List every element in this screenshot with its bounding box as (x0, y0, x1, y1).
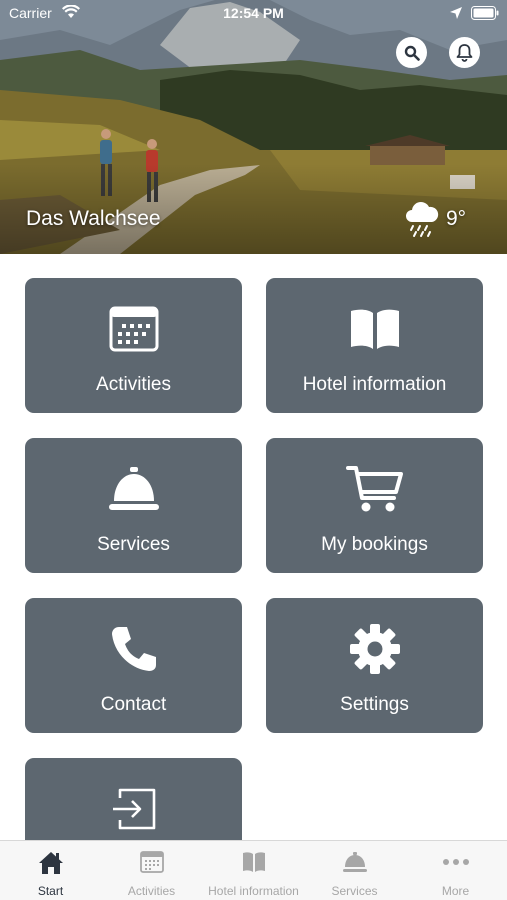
tile-label: Contact (100, 694, 167, 715)
rain-cloud-icon (406, 202, 439, 237)
weather-widget: 9° (404, 200, 466, 238)
more-icon (405, 851, 506, 873)
temperature: 9° (446, 207, 467, 230)
tab-label: More (441, 884, 470, 898)
home-icon (0, 851, 101, 875)
hero-image: Carrier 12:54 PM Das Walchsee 9° (0, 0, 507, 254)
hotel-information-tile[interactable]: Hotel information (266, 278, 483, 413)
tab-label: Activities (127, 884, 176, 898)
tab-more[interactable]: More (405, 841, 506, 900)
location-name: Das Walchsee (26, 207, 161, 230)
notifications-button[interactable] (449, 37, 480, 68)
settings-tile[interactable]: Settings (266, 598, 483, 733)
search-button[interactable] (396, 37, 427, 68)
tab-hotel-information[interactable]: Hotel information (203, 841, 304, 900)
search-icon (404, 45, 420, 61)
services-tile[interactable]: Services (25, 438, 242, 573)
tile-label: Settings (340, 694, 409, 715)
tab-label: Services (331, 884, 378, 898)
tile-label: Hotel information (302, 374, 447, 395)
tab-label: Hotel information (208, 884, 299, 898)
contact-tile[interactable]: Contact (25, 598, 242, 733)
calendar-icon (25, 303, 242, 355)
service-bell-icon (25, 463, 242, 515)
tile-label: Services (97, 534, 170, 555)
battery-icon (471, 6, 499, 23)
tab-label: Start (37, 884, 64, 898)
status-bar: Carrier 12:54 PM (0, 0, 507, 28)
gear-icon (266, 623, 483, 675)
book-icon (266, 303, 483, 355)
tab-start[interactable]: Start (0, 841, 101, 900)
calendar-icon (101, 851, 202, 873)
tile-label: Activities (96, 374, 171, 395)
sign-in-tile[interactable] (25, 758, 242, 848)
book-icon (203, 851, 304, 873)
location-arrow-icon (449, 6, 463, 23)
bell-icon (456, 43, 473, 62)
tab-activities[interactable]: Activities (101, 841, 202, 900)
tab-bar: Start Activities Hotel information Servi… (0, 840, 507, 900)
service-bell-icon (304, 851, 405, 873)
cart-icon (266, 463, 483, 515)
my-bookings-tile[interactable]: My bookings (266, 438, 483, 573)
tab-services[interactable]: Services (304, 841, 405, 900)
activities-tile[interactable]: Activities (25, 278, 242, 413)
status-time: 12:54 PM (223, 5, 284, 21)
tile-label: My bookings (321, 534, 428, 555)
phone-icon (25, 623, 242, 675)
sign-in-icon (25, 783, 242, 835)
